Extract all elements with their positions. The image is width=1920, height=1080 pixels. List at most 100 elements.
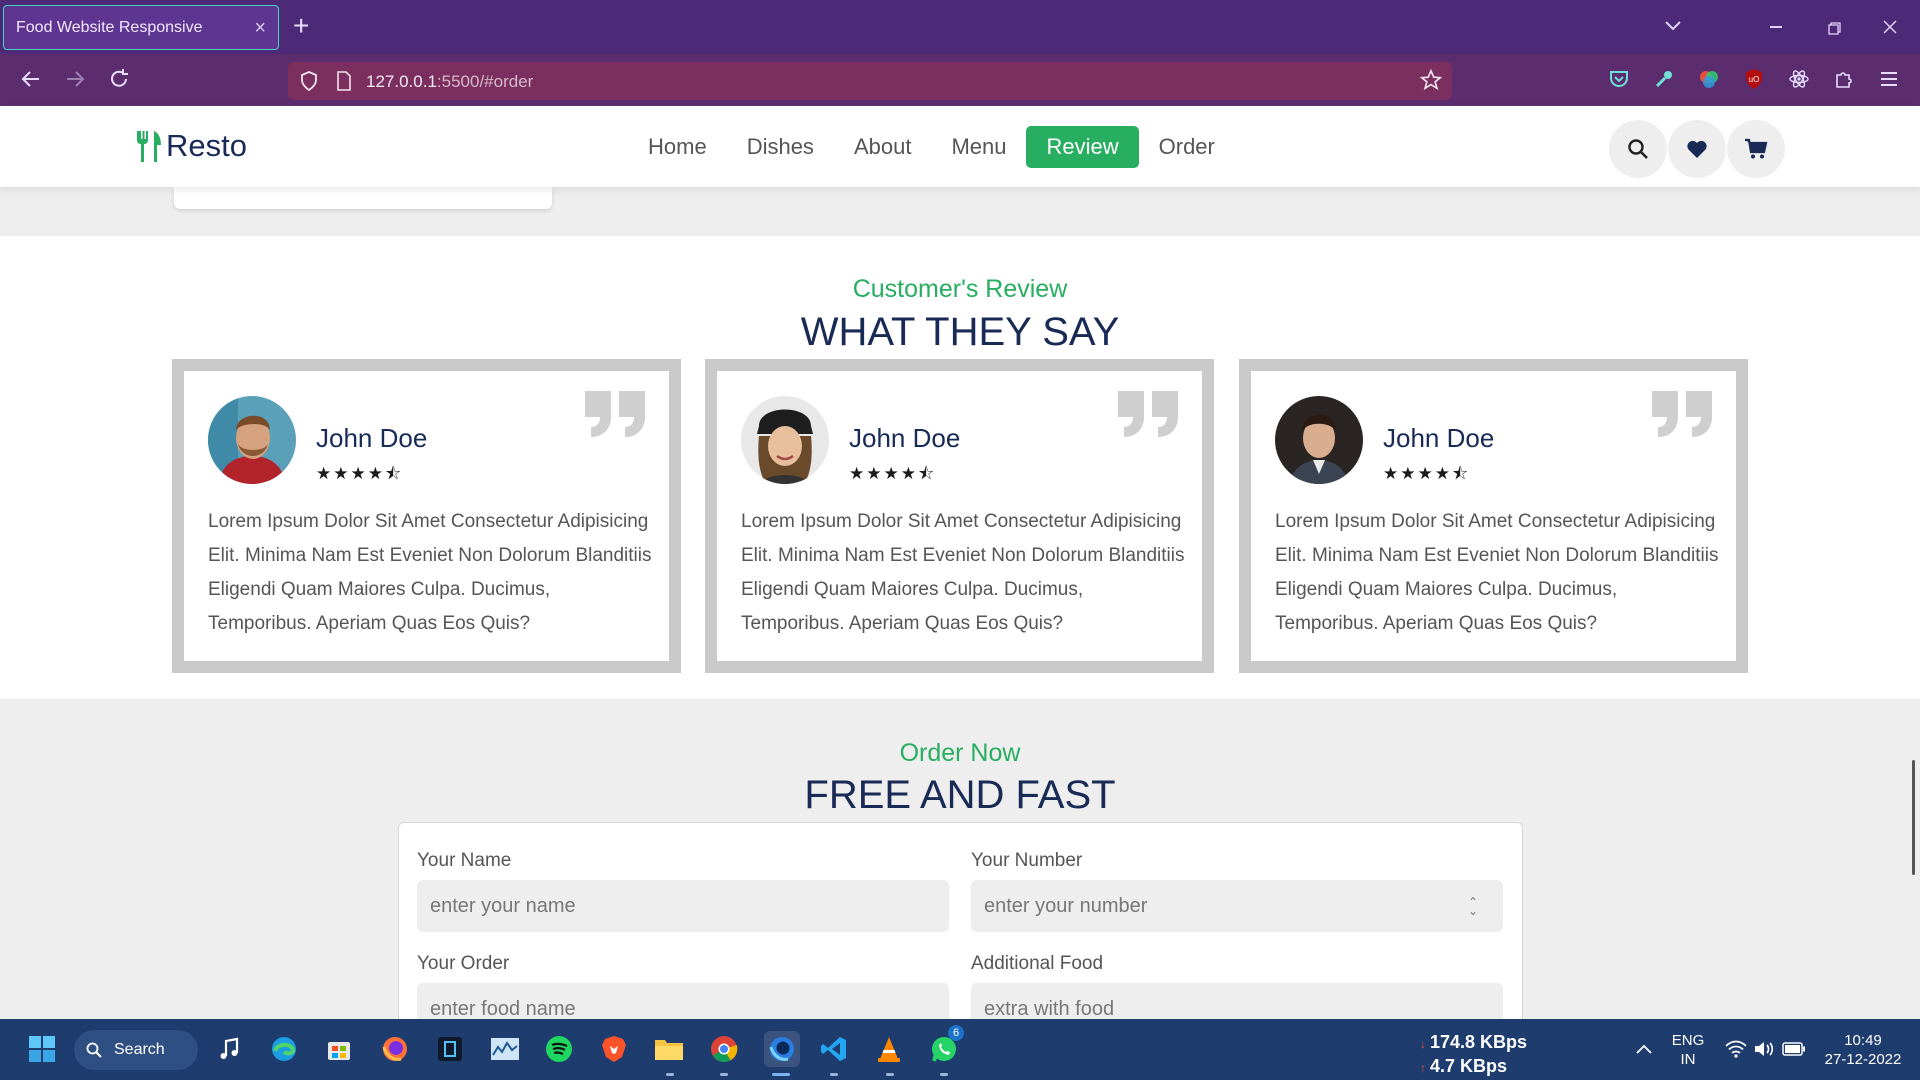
download-arrow-icon: ↓ <box>1420 1037 1426 1051</box>
net-up: 4.7 KBps <box>1430 1056 1508 1076</box>
nav-review[interactable]: Review <box>1026 126 1139 168</box>
running-indicator <box>720 1073 728 1076</box>
page-icon[interactable] <box>336 71 352 96</box>
vlc-icon[interactable] <box>873 1033 905 1065</box>
review-sub-heading: Customer's Review <box>852 275 1068 303</box>
notification-badge: 6 <box>948 1025 964 1041</box>
browser-tab-bar: Food Website Responsive × + <box>0 0 1920 54</box>
restore-icon[interactable] <box>1828 19 1841 39</box>
app-menu-icon[interactable] <box>1877 67 1901 91</box>
running-indicator <box>940 1073 948 1076</box>
number-input[interactable] <box>971 880 1503 932</box>
music-app-icon[interactable] <box>214 1033 246 1065</box>
back-icon[interactable] <box>20 68 42 95</box>
net-down: 174.8 KBps <box>1430 1032 1528 1052</box>
tab-list-chevron-icon[interactable] <box>1664 16 1682 36</box>
brave-icon[interactable] <box>598 1033 630 1065</box>
star-rating: ★★★★⯪ <box>849 464 937 483</box>
app-dark-icon[interactable] <box>434 1033 466 1065</box>
store-icon[interactable] <box>323 1033 355 1065</box>
additional-label: Additional Food <box>971 953 1104 974</box>
star-rating: ★★★★⯪ <box>316 464 404 483</box>
vscode-icon[interactable] <box>818 1033 850 1065</box>
review-heading: what they say <box>800 310 1120 354</box>
search-button[interactable] <box>1609 120 1667 178</box>
edge-icon[interactable] <box>268 1033 300 1065</box>
react-devtools-icon[interactable] <box>1787 67 1811 91</box>
devtools-wrench-icon[interactable] <box>1652 67 1676 91</box>
utensils-icon <box>137 131 161 162</box>
avatar <box>208 396 296 484</box>
firefox-dev-icon[interactable] <box>764 1031 800 1067</box>
quote-icon <box>1652 391 1712 437</box>
forward-icon[interactable] <box>64 68 86 95</box>
network-speed: ↓ 174.8 KBps ↑ 4.7 KBps <box>1420 1031 1527 1079</box>
windows-start-icon[interactable] <box>26 1033 58 1065</box>
close-window-icon[interactable] <box>1883 18 1897 38</box>
review-card: John Doe ★★★★⯪ Lorem Ipsum Dolor Sit Ame… <box>705 359 1214 673</box>
spotify-icon[interactable] <box>543 1033 575 1065</box>
review-text: Lorem Ipsum Dolor Sit Amet Consectetur A… <box>208 511 652 634</box>
nav-home[interactable]: Home <box>628 126 727 168</box>
upload-arrow-icon: ↑ <box>1420 1061 1426 1075</box>
shield-icon[interactable] <box>300 71 318 96</box>
reload-icon[interactable] <box>108 68 130 95</box>
name-input[interactable] <box>417 880 949 932</box>
cart-icon <box>1745 138 1768 159</box>
page-scrollbar[interactable] <box>1912 760 1915 875</box>
bookmark-star-icon[interactable] <box>1419 68 1443 96</box>
battery-icon[interactable] <box>1778 1033 1810 1065</box>
language-indicator[interactable]: ENG IN <box>1670 1031 1706 1069</box>
volume-icon[interactable] <box>1748 1033 1780 1065</box>
nav-order[interactable]: Order <box>1139 126 1235 168</box>
chrome-icon[interactable] <box>708 1033 740 1065</box>
tab-close-icon[interactable]: × <box>254 18 266 38</box>
firefox-icon[interactable] <box>379 1033 411 1065</box>
nav-about[interactable]: About <box>834 126 932 168</box>
language-line2: IN <box>1680 1051 1696 1068</box>
nav-dishes[interactable]: Dishes <box>727 126 834 168</box>
resource-monitor-icon[interactable] <box>489 1033 521 1065</box>
number-label: Your Number <box>971 850 1083 871</box>
browser-tab[interactable]: Food Website Responsive × <box>3 5 279 50</box>
language-line1: ENG <box>1671 1032 1705 1049</box>
url-text[interactable]: 127.0.0.1:5500/#order <box>366 72 533 92</box>
cart-button[interactable] <box>1727 120 1785 178</box>
order-sub-heading: Order Now <box>899 739 1021 767</box>
review-card: John Doe ★★★★⯪ Lorem Ipsum Dolor Sit Ame… <box>1239 359 1748 673</box>
main-nav: Home Dishes About Menu Review Order <box>628 126 1235 168</box>
pocket-icon[interactable] <box>1607 67 1631 91</box>
chevron-up-icon[interactable] <box>1628 1033 1660 1065</box>
running-indicator <box>666 1073 674 1076</box>
clock-time: 10:49 <box>1844 1032 1882 1049</box>
file-explorer-icon[interactable] <box>653 1033 685 1065</box>
new-tab-icon[interactable]: + <box>293 12 309 40</box>
search-icon <box>1628 139 1648 159</box>
url-path: :5500/#order <box>436 72 534 91</box>
whatsapp-icon[interactable]: 6 <box>928 1025 964 1065</box>
address-bar[interactable]: 127.0.0.1:5500/#order <box>288 62 1452 100</box>
clock-date: 27-12-2022 <box>1824 1051 1902 1068</box>
quote-icon <box>585 391 645 437</box>
svg-text:uO: uO <box>1749 75 1760 84</box>
ublock-icon[interactable]: uO <box>1742 67 1766 91</box>
favorites-button[interactable] <box>1668 120 1726 178</box>
minimize-icon[interactable] <box>1770 26 1782 28</box>
taskbar-search[interactable]: Search <box>74 1030 198 1070</box>
site-header: Resto Home Dishes About Menu Review Orde… <box>0 106 1920 187</box>
color-extension-icon[interactable] <box>1697 67 1721 91</box>
nav-menu[interactable]: Menu <box>931 126 1026 168</box>
extensions-puzzle-icon[interactable] <box>1832 67 1856 91</box>
previous-card-edge <box>174 187 552 209</box>
review-text: Lorem Ipsum Dolor Sit Amet Consectetur A… <box>741 511 1185 634</box>
user-name: John Doe <box>1383 423 1495 453</box>
order-label: Your Order <box>417 953 510 974</box>
previous-section-bottom <box>0 187 1920 236</box>
running-indicator <box>830 1073 838 1076</box>
number-spinner-icon[interactable]: ⌃ ⌄ <box>1468 896 1478 917</box>
clock[interactable]: 10:49 27-12-2022 <box>1818 1031 1908 1069</box>
avatar <box>741 396 829 484</box>
running-indicator <box>772 1073 790 1076</box>
search-icon <box>86 1042 102 1058</box>
logo[interactable]: Resto <box>134 128 247 164</box>
